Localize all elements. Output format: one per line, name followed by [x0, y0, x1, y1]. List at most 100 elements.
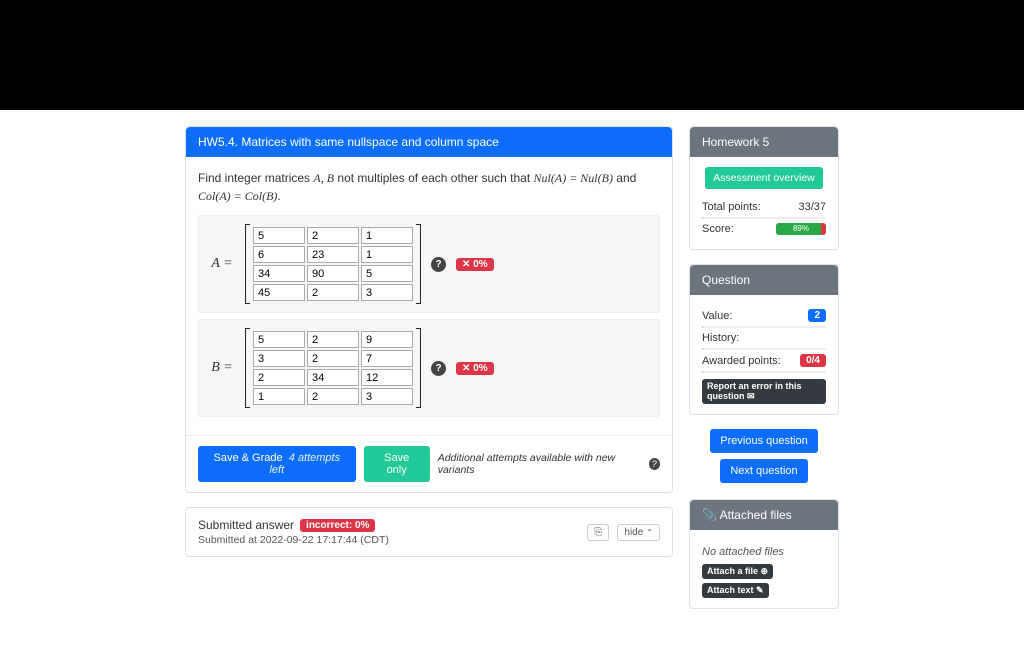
- attached-files-card: 📎 Attached files No attached files Attac…: [689, 499, 839, 609]
- question-header: HW5.4. Matrices with same nullspace and …: [186, 127, 672, 157]
- submitted-title: Submitted answer: [198, 518, 294, 532]
- matrix-A-label: A =: [209, 256, 235, 272]
- matrix-B-cell[interactable]: [361, 350, 413, 367]
- submitted-answer-card: Submitted answer incorrect: 0% Submitted…: [185, 507, 673, 557]
- homework-body: Assessment overview Total points: 33/37 …: [690, 157, 838, 249]
- matrix-A-cell[interactable]: [361, 284, 413, 301]
- math-A-B: A, B: [313, 171, 334, 185]
- attached-files-header: 📎 Attached files: [690, 500, 838, 530]
- matrix-B-cell[interactable]: [253, 388, 305, 405]
- top-black-bar: [0, 0, 1024, 110]
- save-grade-button[interactable]: Save & Grade 4 attempts left: [198, 446, 356, 482]
- matrix-A-cell[interactable]: [361, 265, 413, 282]
- q-text-part1: Find integer matrices: [198, 171, 313, 185]
- matrix-A-cell[interactable]: [253, 284, 305, 301]
- score-label: Score:: [702, 223, 734, 235]
- math-col-eq: Col(A) = Col(B): [198, 189, 277, 203]
- matrix-B-score-badge: ✕ 0%: [456, 362, 494, 375]
- bracket-right: [416, 328, 421, 408]
- q-text-part3: and: [616, 171, 636, 185]
- matrix-B-cell[interactable]: [361, 369, 413, 386]
- matrix-A-cell[interactable]: [307, 227, 359, 244]
- matrix-B-cell[interactable]: [361, 388, 413, 405]
- math-nul-eq: Nul(A) = Nul(B): [534, 171, 613, 185]
- matrix-A-cell[interactable]: [253, 265, 305, 282]
- page-container: HW5.4. Matrices with same nullspace and …: [0, 110, 1024, 663]
- previous-question-button[interactable]: Previous question: [710, 429, 817, 453]
- matrix-A-bracket: [245, 224, 421, 304]
- attach-file-button[interactable]: Attach a file ⊕: [702, 564, 773, 579]
- question-info-card: Question Value: 2 History: Awarded point…: [689, 264, 839, 415]
- variant-note: Additional attempts available with new v…: [438, 452, 660, 476]
- matrix-A-cell[interactable]: [361, 246, 413, 263]
- save-only-button[interactable]: Save only: [364, 446, 430, 482]
- hide-button[interactable]: hide ⌃: [617, 524, 660, 541]
- next-question-button[interactable]: Next question: [720, 459, 807, 483]
- matrix-A-cell[interactable]: [253, 246, 305, 263]
- matrix-A-cell[interactable]: [253, 227, 305, 244]
- help-icon[interactable]: ?: [431, 361, 446, 376]
- matrix-A-cell[interactable]: [307, 265, 359, 282]
- submitted-timestamp: Submitted at 2022-09-22 17:17:44 (CDT): [198, 534, 579, 546]
- assessment-overview-button[interactable]: Assessment overview: [705, 167, 823, 189]
- matrix-B-cell[interactable]: [253, 350, 305, 367]
- score-bar: 89%: [776, 223, 826, 235]
- copy-icon: ⎘: [594, 527, 602, 538]
- matrix-A-grid: [250, 224, 416, 304]
- report-error-button[interactable]: Report an error in this question ✉: [702, 379, 826, 404]
- matrix-B-cell[interactable]: [307, 388, 359, 405]
- awarded-badge: 0/4: [800, 354, 826, 367]
- matrix-A-cell[interactable]: [361, 227, 413, 244]
- attached-files-label: Attached files: [720, 508, 792, 522]
- info-icon[interactable]: ?: [649, 458, 660, 470]
- q-text-part2: not multiples of each other such that: [337, 171, 533, 185]
- matrix-B-row: B =: [198, 319, 660, 417]
- question-body: Find integer matrices A, B not multiples…: [186, 157, 672, 435]
- matrix-A-cell[interactable]: [307, 284, 359, 301]
- history-label: History:: [702, 332, 739, 344]
- total-points-value: 33/37: [798, 201, 826, 213]
- no-files-text: No attached files: [702, 540, 826, 564]
- matrix-B-cell[interactable]: [307, 331, 359, 348]
- question-info-body: Value: 2 History: Awarded points: 0/4 Re…: [690, 295, 838, 414]
- homework-card: Homework 5 Assessment overview Total poi…: [689, 126, 839, 250]
- question-card: HW5.4. Matrices with same nullspace and …: [185, 126, 673, 493]
- hide-label: hide: [624, 527, 643, 538]
- action-row: Save & Grade 4 attempts left Save only A…: [186, 435, 672, 492]
- matrix-A-row: A =: [198, 215, 660, 313]
- submitted-row: Submitted answer incorrect: 0% Submitted…: [186, 508, 672, 556]
- submitted-badge: incorrect: 0%: [300, 519, 375, 532]
- matrix-B-cell[interactable]: [307, 369, 359, 386]
- submitted-left: Submitted answer incorrect: 0% Submitted…: [198, 518, 579, 546]
- matrix-B-cell[interactable]: [253, 331, 305, 348]
- matrix-B-cell[interactable]: [307, 350, 359, 367]
- matrix-B-cell[interactable]: [361, 331, 413, 348]
- matrix-A-cell[interactable]: [307, 246, 359, 263]
- matrix-B-bracket: [245, 328, 421, 408]
- total-points-label: Total points:: [702, 201, 761, 213]
- attached-files-body: No attached files Attach a file ⊕ Attach…: [690, 530, 838, 608]
- bracket-right: [416, 224, 421, 304]
- homework-header: Homework 5: [690, 127, 838, 157]
- paperclip-icon: 📎: [702, 508, 717, 522]
- value-badge: 2: [808, 309, 826, 322]
- nav-buttons: Previous question Next question: [689, 429, 839, 489]
- question-info-header: Question: [690, 265, 838, 295]
- score-pct: 89%: [776, 223, 826, 235]
- matrix-B-cell[interactable]: [253, 369, 305, 386]
- help-icon[interactable]: ?: [431, 257, 446, 272]
- question-text: Find integer matrices A, B not multiples…: [198, 169, 660, 205]
- attach-text-button[interactable]: Attach text ✎: [702, 583, 769, 598]
- matrix-B-label: B =: [209, 360, 235, 376]
- matrix-B-grid: [250, 328, 416, 408]
- value-label: Value:: [702, 310, 732, 322]
- copy-button[interactable]: ⎘: [587, 524, 609, 541]
- chevron-up-icon: ⌃: [646, 528, 653, 537]
- main-column: HW5.4. Matrices with same nullspace and …: [185, 126, 673, 571]
- variant-note-text: Additional attempts available with new v…: [438, 452, 645, 476]
- side-column: Homework 5 Assessment overview Total poi…: [689, 126, 839, 623]
- awarded-label: Awarded points:: [702, 355, 781, 367]
- save-grade-label: Save & Grade: [214, 452, 283, 464]
- matrix-A-score-badge: ✕ 0%: [456, 258, 494, 271]
- assessment-button-wrap: Assessment overview: [702, 167, 826, 189]
